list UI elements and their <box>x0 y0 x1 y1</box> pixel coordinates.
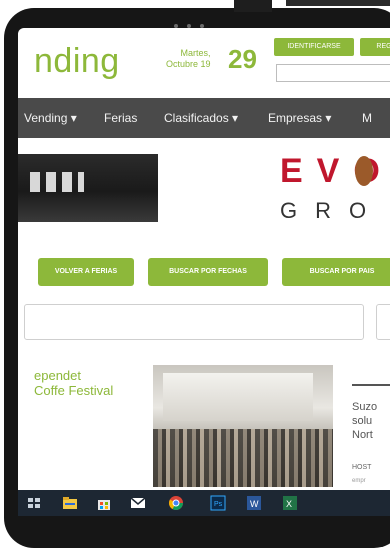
date-label: Martes, Octubre 19 <box>166 48 211 69</box>
store-icon[interactable] <box>96 495 112 511</box>
divider <box>352 384 390 386</box>
device-edge <box>286 0 390 6</box>
nav-clasificados[interactable]: Clasificados ▾ <box>164 98 238 138</box>
main-nav: Vending ▾ Ferias Clasificados ▾ Empresas… <box>18 98 390 138</box>
nav-empresas[interactable]: Empresas ▾ <box>268 98 331 138</box>
filter-select[interactable] <box>376 304 390 340</box>
side-article-meta: HOST <box>352 464 372 471</box>
volver-ferias-button[interactable]: VOLVER A FERIAS <box>38 258 134 286</box>
device-button <box>234 0 272 12</box>
file-explorer-icon[interactable] <box>62 495 78 511</box>
svg-text:X: X <box>286 499 292 509</box>
banner-ad-image[interactable] <box>18 154 158 222</box>
site-logo[interactable]: nding <box>34 42 120 81</box>
nav-vending[interactable]: Vending ▾ <box>24 98 77 138</box>
chrome-icon[interactable] <box>168 495 184 511</box>
nav-more[interactable]: M <box>362 98 372 138</box>
date-day: 29 <box>228 44 257 74</box>
brand-logo-top[interactable]: EVO <box>280 152 390 191</box>
browser-viewport: nding Martes, Octubre 19 29 IDENTIFICARS… <box>18 28 390 516</box>
nav-ferias[interactable]: Ferias <box>104 98 137 138</box>
article-title[interactable]: ependet Coffe Festival <box>34 368 154 398</box>
svg-text:W: W <box>250 499 259 509</box>
side-article-title[interactable]: Suzo solu Nort <box>352 400 377 442</box>
register-button[interactable]: REG <box>360 38 390 56</box>
buscar-fechas-button[interactable]: BUSCAR POR FECHAS <box>148 258 268 286</box>
word-icon[interactable]: W <box>246 495 262 511</box>
buscar-pais-button[interactable]: BUSCAR POR PAIS <box>282 258 390 286</box>
svg-text:Ps: Ps <box>214 501 223 508</box>
mail-icon[interactable] <box>130 495 146 511</box>
excel-icon[interactable]: X <box>282 495 298 511</box>
filter-input[interactable] <box>24 304 364 340</box>
brand-logo-bottom: GRO <box>280 198 385 223</box>
windows-taskbar: Ps W X <box>18 490 390 516</box>
search-input[interactable] <box>276 64 390 82</box>
photoshop-icon[interactable]: Ps <box>210 495 226 511</box>
coffee-bean-icon <box>355 156 373 186</box>
article-image[interactable] <box>153 365 333 487</box>
side-article-meta-secondary: empr <box>352 478 366 484</box>
identificarse-button[interactable]: IDENTIFICARSE <box>274 38 354 56</box>
task-view-icon[interactable] <box>26 495 42 511</box>
